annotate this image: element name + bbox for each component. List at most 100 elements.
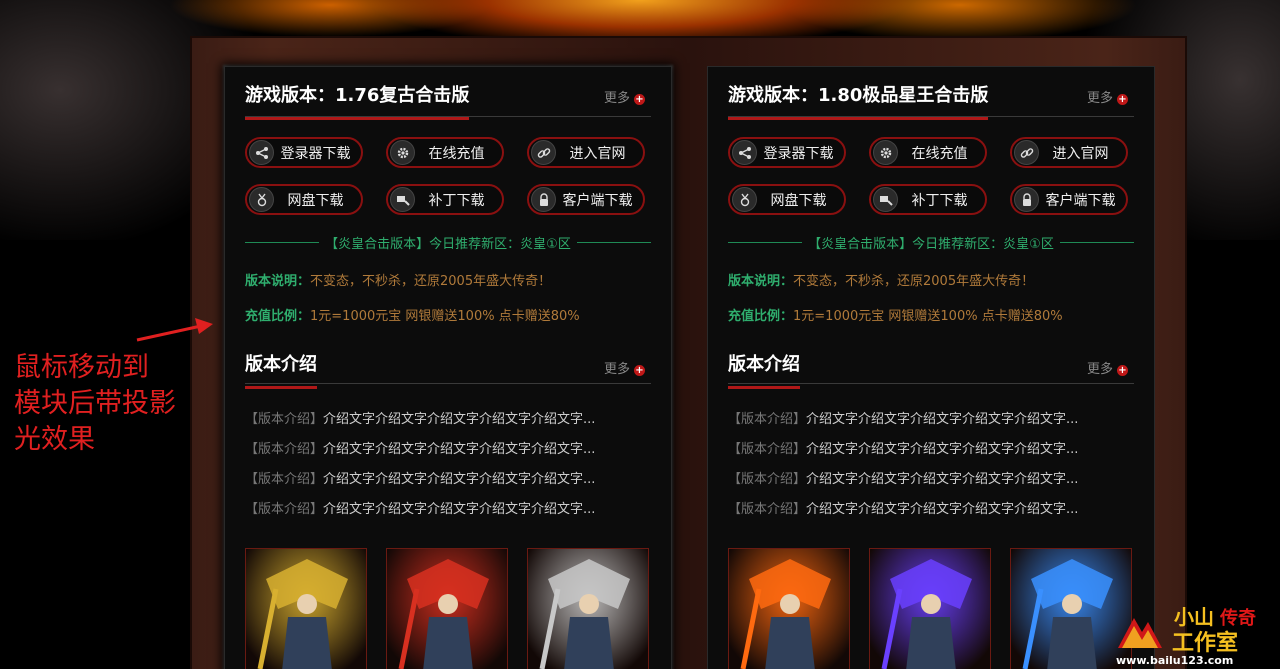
list-item[interactable]: 【版本介绍】介绍文字介绍文字介绍文字介绍文字介绍文字... — [245, 408, 651, 438]
divider — [245, 242, 320, 243]
button-label: 补丁下载 — [428, 192, 485, 209]
medal-button[interactable]: 网盘下载 — [245, 184, 363, 215]
more-label: 更多 — [603, 362, 630, 377]
button-label: 进入官网 — [1052, 145, 1109, 162]
version-title: 游戏版本：1.76复古合击版 — [245, 81, 470, 120]
ratio-value: 1元=1000元宝 网银赠送100% 点卡赠送80% — [310, 309, 580, 324]
list-item[interactable]: 【版本介绍】介绍文字介绍文字介绍文字介绍文字介绍文字... — [245, 438, 651, 468]
thumbnail-row — [245, 548, 651, 669]
character-thumbnail[interactable] — [869, 548, 991, 669]
desc-value: 不变态，不秒杀，还原2005年盛大传奇！ — [793, 274, 1035, 289]
list-item[interactable]: 【版本介绍】介绍文字介绍文字介绍文字介绍文字介绍文字... — [245, 498, 651, 528]
logo-text-2: 工作室 — [1172, 630, 1238, 656]
recommend-banner[interactable]: 【炎皇合击版本】今日推荐新区：炎皇①区 — [728, 233, 1134, 252]
recharge-ratio: 充值比例：1元=1000元宝 网银赠送100% 点卡赠送80% — [245, 305, 651, 324]
share-button[interactable]: 登录器下载 — [728, 137, 846, 168]
more-label: 更多 — [1086, 91, 1113, 106]
medal-button[interactable]: 网盘下载 — [728, 184, 846, 215]
studio-logo[interactable]: 小山 传奇 工作室 www.bailu123.com — [1112, 598, 1280, 669]
link-button[interactable]: 进入官网 — [527, 137, 645, 168]
button-label: 登录器下载 — [763, 145, 834, 162]
intro-list: 【版本介绍】介绍文字介绍文字介绍文字介绍文字介绍文字... 【版本介绍】介绍文字介… — [728, 408, 1134, 528]
medal-icon — [249, 187, 274, 212]
item-tag: 【版本介绍】 — [728, 412, 807, 427]
item-text: 介绍文字介绍文字介绍文字介绍文字介绍文字... — [323, 412, 596, 427]
character-thumbnail[interactable] — [245, 548, 367, 669]
gear-button[interactable]: 在线充值 — [386, 137, 504, 168]
version-description: 版本说明：不变态，不秒杀，还原2005年盛大传奇！ — [728, 270, 1134, 289]
item-tag: 【版本介绍】 — [245, 472, 324, 487]
annotation-line: 光效果 — [14, 424, 95, 455]
more-link[interactable]: 更多 + — [1087, 87, 1128, 106]
button-label: 网盘下载 — [287, 192, 344, 209]
item-text: 介绍文字介绍文字介绍文字介绍文字介绍文字... — [323, 502, 596, 517]
list-item[interactable]: 【版本介绍】介绍文字介绍文字介绍文字介绍文字介绍文字... — [728, 468, 1134, 498]
more-link[interactable]: 更多 + — [1087, 358, 1128, 377]
list-item[interactable]: 【版本介绍】介绍文字介绍文字介绍文字介绍文字介绍文字... — [728, 408, 1134, 438]
button-label: 在线充值 — [911, 145, 968, 162]
patch-button[interactable]: 补丁下载 — [386, 184, 504, 215]
desc-value: 不变态，不秒杀，还原2005年盛大传奇！ — [310, 274, 552, 289]
recommend-banner[interactable]: 【炎皇合击版本】今日推荐新区：炎皇①区 — [245, 233, 651, 252]
lock-button[interactable]: 客户端下载 — [527, 184, 645, 215]
more-label: 更多 — [1086, 362, 1113, 377]
list-item[interactable]: 【版本介绍】介绍文字介绍文字介绍文字介绍文字介绍文字... — [245, 468, 651, 498]
link-icon — [531, 140, 556, 165]
intro-title: 版本介绍 — [728, 350, 800, 389]
item-tag: 【版本介绍】 — [728, 472, 807, 487]
recharge-ratio: 充值比例：1元=1000元宝 网银赠送100% 点卡赠送80% — [728, 305, 1134, 324]
more-link[interactable]: 更多 + — [604, 87, 645, 106]
gear-button[interactable]: 在线充值 — [869, 137, 987, 168]
link-icon — [1014, 140, 1039, 165]
arrow-icon — [136, 318, 213, 342]
button-label: 补丁下载 — [911, 192, 968, 209]
button-label: 进入官网 — [569, 145, 626, 162]
list-item[interactable]: 【版本介绍】介绍文字介绍文字介绍文字介绍文字介绍文字... — [728, 498, 1134, 528]
ratio-key: 充值比例： — [245, 309, 311, 324]
share-button[interactable]: 登录器下载 — [245, 137, 363, 168]
item-tag: 【版本介绍】 — [728, 502, 807, 517]
button-label: 登录器下载 — [280, 145, 351, 162]
ratio-value: 1元=1000元宝 网银赠送100% 点卡赠送80% — [793, 309, 1063, 324]
intro-section: 版本介绍 更多 + 【版本介绍】介绍文字介绍文字介绍文字介绍文字介绍文字... 【版… — [245, 338, 651, 528]
action-buttons: 登录器下载 在线充值 进入官网 网盘下载 补丁下载 客户端下载 — [245, 137, 651, 215]
item-text: 介绍文字介绍文字介绍文字介绍文字介绍文字... — [806, 442, 1079, 457]
item-tag: 【版本介绍】 — [245, 502, 324, 517]
version-panel-right[interactable]: 游戏版本：1.80极品星王合击版 更多 + 登录器下载 在线充值 进入官网 网盘下… — [707, 66, 1155, 669]
version-panel-left[interactable]: 游戏版本：1.76复古合击版 更多 + 登录器下载 在线充值 进入官网 网盘下载 … — [224, 66, 672, 669]
panel-header: 游戏版本：1.76复古合击版 更多 + — [245, 67, 651, 120]
lock-button[interactable]: 客户端下载 — [1010, 184, 1128, 215]
annotation-line: 模块后带投影 — [14, 388, 176, 419]
recommend-text: 【炎皇合击版本】今日推荐新区：炎皇①区 — [808, 237, 1054, 252]
item-text: 介绍文字介绍文字介绍文字介绍文字介绍文字... — [806, 472, 1079, 487]
divider — [1059, 242, 1134, 243]
patch-icon — [390, 187, 415, 212]
list-item[interactable]: 【版本介绍】介绍文字介绍文字介绍文字介绍文字介绍文字... — [728, 438, 1134, 468]
intro-header: 版本介绍 更多 + — [728, 338, 1134, 389]
item-text: 介绍文字介绍文字介绍文字介绍文字介绍文字... — [806, 412, 1079, 427]
lock-icon — [1014, 187, 1039, 212]
divider — [728, 242, 803, 243]
more-link[interactable]: 更多 + — [604, 358, 645, 377]
link-button[interactable]: 进入官网 — [1010, 137, 1128, 168]
character-thumbnail[interactable] — [386, 548, 508, 669]
recommend-text: 【炎皇合击版本】今日推荐新区：炎皇①区 — [325, 237, 571, 252]
medal-icon — [732, 187, 757, 212]
logo-url: www.bailu123.com — [1116, 654, 1233, 667]
item-tag: 【版本介绍】 — [245, 412, 324, 427]
plus-icon: + — [1117, 365, 1128, 376]
plus-icon: + — [634, 94, 645, 105]
logo-text-accent: 传奇 — [1219, 607, 1256, 629]
version-description: 版本说明：不变态，不秒杀，还原2005年盛大传奇！ — [245, 270, 651, 289]
item-text: 介绍文字介绍文字介绍文字介绍文字介绍文字... — [323, 472, 596, 487]
share-icon — [249, 140, 274, 165]
button-label: 客户端下载 — [562, 192, 633, 209]
logo-text-1: 小山 — [1174, 605, 1214, 629]
patch-button[interactable]: 补丁下载 — [869, 184, 987, 215]
gear-icon — [390, 140, 415, 165]
character-thumbnail[interactable] — [728, 548, 850, 669]
version-title: 游戏版本：1.80极品星王合击版 — [728, 81, 989, 120]
character-thumbnail[interactable] — [527, 548, 649, 669]
intro-list: 【版本介绍】介绍文字介绍文字介绍文字介绍文字介绍文字... 【版本介绍】介绍文字介… — [245, 408, 651, 528]
intro-header: 版本介绍 更多 + — [245, 338, 651, 389]
